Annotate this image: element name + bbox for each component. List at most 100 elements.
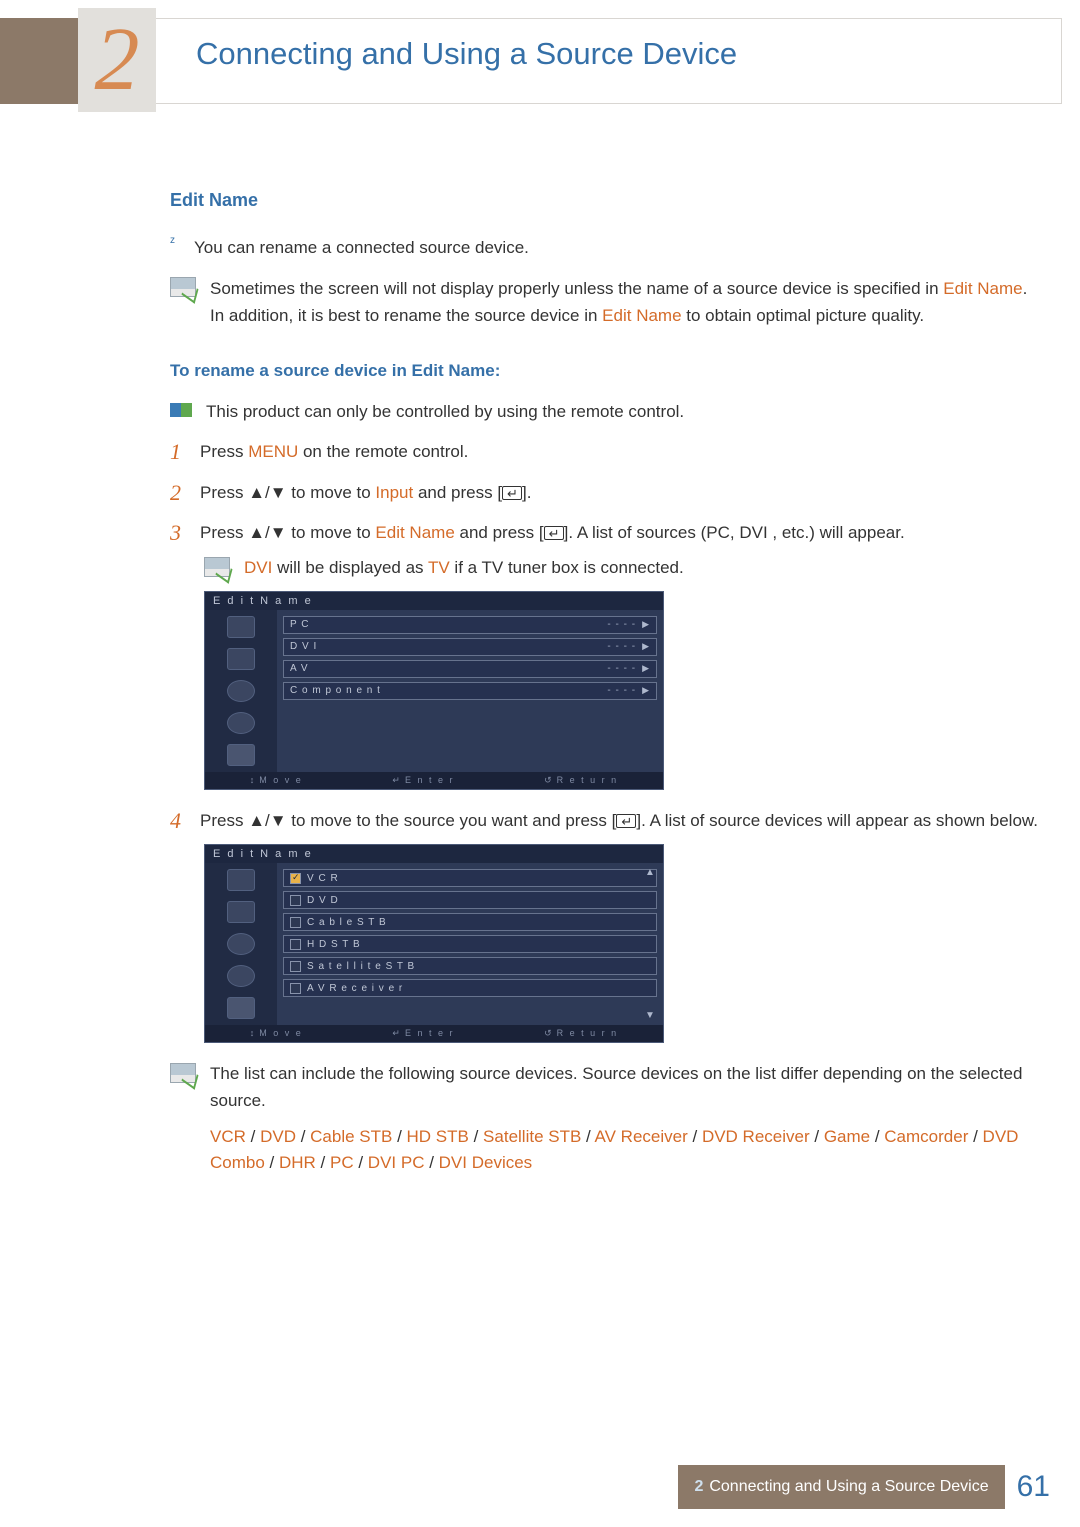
step3-close: ]. A list of sources (PC, DVI , etc.) wi… <box>564 523 905 542</box>
osd-icon-system <box>227 712 255 734</box>
osd-side-icons <box>205 863 277 1025</box>
bullet-icon: z <box>170 235 194 246</box>
step3-mid: to move to <box>287 523 376 542</box>
step1-post: on the remote control. <box>298 442 468 461</box>
checkbox-icon <box>290 873 301 884</box>
device-name: Camcorder <box>884 1127 968 1146</box>
note-1: Sometimes the screen will not display pr… <box>170 275 1040 329</box>
step3note-post: if a TV tuner box is connected. <box>450 558 684 577</box>
osd-icon-input <box>227 648 255 670</box>
enter-icon <box>502 486 522 500</box>
chapter-title: Connecting and Using a Source Device <box>196 36 737 72</box>
osd2-title: E d i t N a m e <box>205 845 663 863</box>
note-icon <box>170 1063 196 1083</box>
down-arrow-icon <box>270 483 287 502</box>
footer-title: Connecting and Using a Source Device <box>709 1478 988 1495</box>
scroll-up-icon: ▲ <box>645 867 661 878</box>
osd2-row-satstb: S a t e l l i t e S T B <box>283 957 657 975</box>
checkbox-icon <box>290 917 301 928</box>
checkbox-icon <box>290 895 301 906</box>
step-num-3: 3 <box>170 520 194 546</box>
step1-pre: Press <box>200 442 248 461</box>
remote-note: This product can only be controlled by u… <box>170 399 1040 425</box>
chapter-number-box: 2 <box>78 8 156 112</box>
osd2-foot-enter: E n t e r <box>392 1028 454 1039</box>
how-to-heading: To rename a source device in Edit Name: <box>170 361 1040 381</box>
up-arrow-icon <box>248 483 265 502</box>
osd-icon-network <box>227 680 255 702</box>
device-name: VCR <box>210 1127 246 1146</box>
osd1-foot-enter: E n t e r <box>392 775 454 786</box>
enter-icon <box>544 526 564 540</box>
device-name: Satellite STB <box>483 1127 581 1146</box>
osd2-row-hdstb: H D S T B <box>283 935 657 953</box>
osd1-title: E d i t N a m e <box>205 592 663 610</box>
step-num-1: 1 <box>170 439 194 465</box>
step-2: 2 Press / to move to Input and press []. <box>170 480 1040 506</box>
device-name: DVD Receiver <box>702 1127 810 1146</box>
remote-icon <box>170 403 192 417</box>
checkbox-icon <box>290 939 301 950</box>
step-1: 1 Press MENU on the remote control. <box>170 439 1040 465</box>
scroll-down-icon: ▼ <box>645 1010 661 1021</box>
up-arrow-icon <box>248 523 265 542</box>
osd1-row-component: C o m p o n e n t- - - -▶ <box>283 682 657 700</box>
intro-text: You can rename a connected source device… <box>194 235 529 261</box>
step3note-dvi: DVI <box>244 558 272 577</box>
step3-pre: Press <box>200 523 248 542</box>
section-title: Edit Name <box>170 190 1040 211</box>
osd2-row-dvd: D V D <box>283 891 657 909</box>
step-num-2: 2 <box>170 480 194 506</box>
step3note-mid: will be displayed as <box>272 558 428 577</box>
osd1-footer: M o v e E n t e r R e t u r n <box>205 772 663 789</box>
device-name: DVD <box>260 1127 296 1146</box>
step2-mid: to move to <box>287 483 376 502</box>
device-name: Game <box>824 1127 870 1146</box>
note1-pre: Sometimes the screen will not display pr… <box>210 279 943 298</box>
osd-editname-sources: E d i t N a m e P C- - - -▶ D V I- - - -… <box>204 591 664 790</box>
device-name: AV Receiver <box>595 1127 688 1146</box>
step3-post: and press [ <box>455 523 544 542</box>
step4-post: ]. A list of source devices will appear … <box>636 811 1038 830</box>
osd2-row-vcr: V C R <box>283 869 657 887</box>
step4-mid: to move to the source you want and press… <box>287 811 617 830</box>
osd-icon-network <box>227 933 255 955</box>
osd2-footer: M o v e E n t e r R e t u r n <box>205 1025 663 1042</box>
osd2-row-cablestb: C a b l e S T B <box>283 913 657 931</box>
osd-editname-devices: E d i t N a m e V C R D V D C a b l e S … <box>204 844 664 1043</box>
osd1-foot-move: M o v e <box>250 775 303 786</box>
intro-bullet-row: z You can rename a connected source devi… <box>170 235 1040 261</box>
chapter-number: 2 <box>95 15 140 105</box>
osd1-row-dvi: D V I- - - -▶ <box>283 638 657 656</box>
step2-post: and press [ <box>413 483 502 502</box>
device-name: Cable STB <box>310 1127 392 1146</box>
note-icon <box>204 557 230 577</box>
step-num-4: 4 <box>170 808 194 834</box>
footer-chapter: 2 <box>694 1478 703 1495</box>
osd1-row-av: A V- - - -▶ <box>283 660 657 678</box>
note1-editname-1: Edit Name <box>943 279 1022 298</box>
checkbox-icon <box>290 961 301 972</box>
note1-post: to obtain optimal picture quality. <box>682 306 925 325</box>
step2-pre: Press <box>200 483 248 502</box>
enter-icon <box>616 814 636 828</box>
device-name: HD STB <box>407 1127 469 1146</box>
osd-side-icons <box>205 610 277 772</box>
list-note-text: The list can include the following sourc… <box>210 1061 1040 1114</box>
osd1-main: P C- - - -▶ D V I- - - -▶ A V- - - -▶ C … <box>277 610 663 772</box>
step3note-tv: TV <box>428 558 450 577</box>
osd1-row-pc: P C- - - -▶ <box>283 616 657 634</box>
step3-note: DVI will be displayed as TV if a TV tune… <box>204 555 1040 581</box>
device-name: PC <box>330 1153 354 1172</box>
step2-close: ]. <box>522 483 531 502</box>
device-list: VCR / DVD / Cable STB / HD STB / Satelli… <box>210 1124 1040 1177</box>
step3-editname: Edit Name <box>375 523 454 542</box>
step4-pre: Press <box>200 811 248 830</box>
down-arrow-icon <box>270 523 287 542</box>
device-name: DVI PC <box>368 1153 425 1172</box>
step-3: 3 Press / to move to Edit Name and press… <box>170 520 1040 546</box>
osd1-foot-return: R e t u r n <box>544 775 618 786</box>
osd-icon-picture <box>227 869 255 891</box>
step2-input: Input <box>375 483 413 502</box>
osd2-foot-return: R e t u r n <box>544 1028 618 1039</box>
